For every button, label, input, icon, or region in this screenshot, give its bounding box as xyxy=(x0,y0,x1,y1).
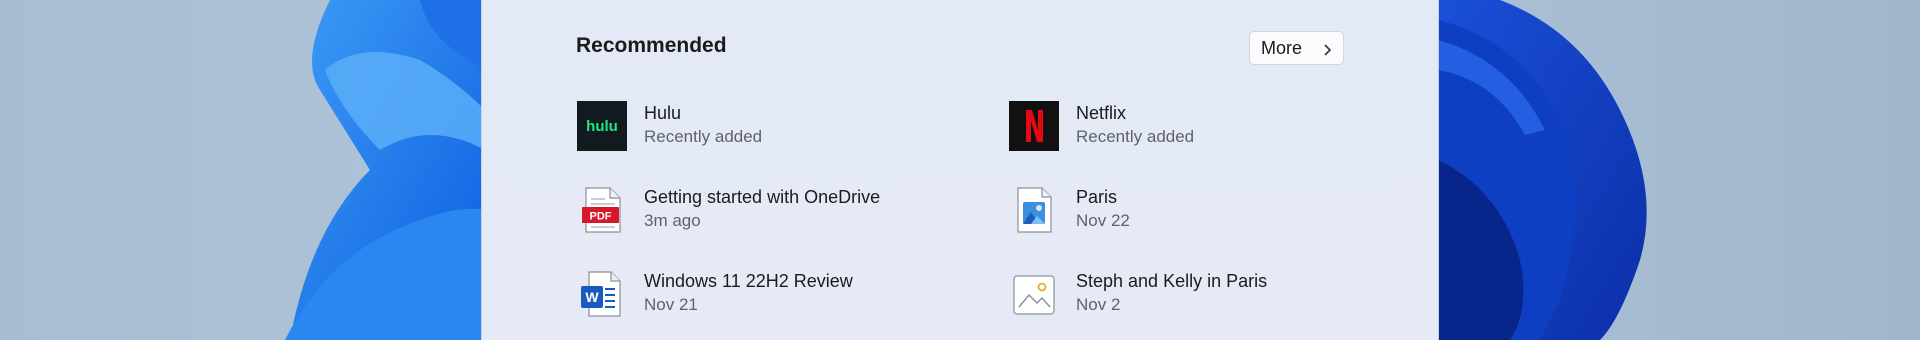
recommended-item-paris[interactable]: Paris Nov 22 xyxy=(1009,179,1409,235)
recommended-item-windows-review[interactable]: W Windows 11 22H2 Review Nov 21 xyxy=(577,263,977,319)
item-name: Hulu xyxy=(644,103,682,123)
item-name: Steph and Kelly in Paris xyxy=(1076,271,1268,291)
recommended-item-onedrive-pdf[interactable]: PDF Getting started with OneDrive 3m ago xyxy=(577,179,977,235)
netflix-icon xyxy=(1009,101,1059,151)
recommended-item-steph-kelly-paris[interactable]: Steph and Kelly in Paris Nov 2 xyxy=(1009,263,1409,319)
recommended-item-hulu[interactable]: hulu Hulu Recently added xyxy=(577,95,977,151)
word-document-icon: W xyxy=(581,271,621,317)
more-button-label: More xyxy=(1261,37,1303,58)
photo-file-icon xyxy=(1013,275,1055,315)
image-file-icon xyxy=(1017,187,1052,233)
item-subtitle: Nov 22 xyxy=(1076,211,1130,230)
item-subtitle: Nov 2 xyxy=(1076,295,1121,314)
hulu-logo-text: hulu xyxy=(586,118,618,135)
start-menu-panel: Recommended More hulu Hulu Recently adde… xyxy=(481,0,1439,340)
item-subtitle: Recently added xyxy=(1076,127,1195,146)
item-subtitle: 3m ago xyxy=(644,211,701,230)
item-name: Paris xyxy=(1076,187,1118,207)
word-badge-text: W xyxy=(585,289,599,305)
pdf-badge-text: PDF xyxy=(590,211,612,223)
pdf-file-icon: PDF xyxy=(582,187,621,233)
item-name: Getting started with OneDrive xyxy=(644,187,881,207)
more-button[interactable]: More xyxy=(1249,31,1344,65)
item-subtitle: Recently added xyxy=(644,127,763,146)
chevron-right-icon xyxy=(1324,44,1332,56)
item-name: Netflix xyxy=(1076,103,1127,123)
hulu-icon: hulu xyxy=(577,101,627,151)
recommended-heading: Recommended xyxy=(576,34,727,57)
item-subtitle: Nov 21 xyxy=(644,295,698,314)
item-name: Windows 11 22H2 Review xyxy=(644,271,853,291)
recommended-item-netflix[interactable]: Netflix Recently added xyxy=(1009,95,1409,151)
